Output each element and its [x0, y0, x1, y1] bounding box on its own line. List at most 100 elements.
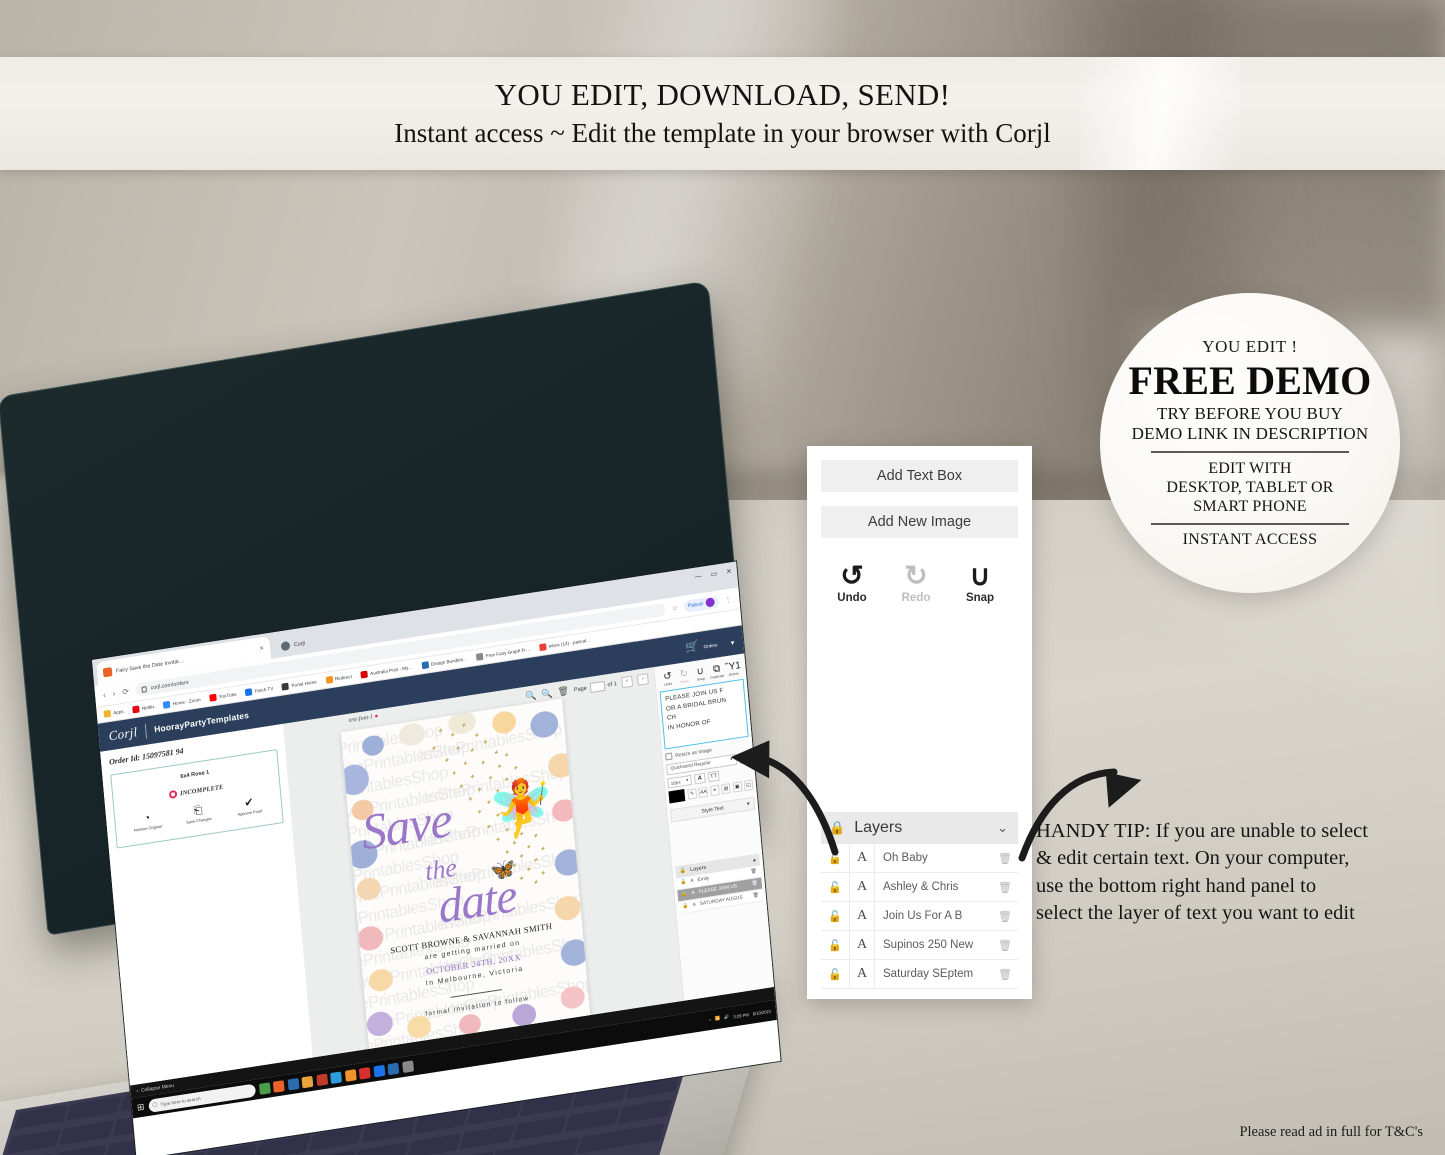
editor-tool-undo[interactable]: ↺ Undo: [659, 670, 677, 687]
line-height-icon[interactable]: ≡: [709, 784, 720, 797]
text-content-input[interactable]: PLEASE JOIN US F OR A BRIDAL BRUN CH IN HON…: [659, 678, 749, 750]
trash-icon[interactable]: 🗑: [992, 881, 1018, 894]
color-swatch[interactable]: [668, 788, 686, 804]
lock-open-icon[interactable]: 🔓: [821, 881, 849, 894]
bookmark-item[interactable]: Design Bundles…: [421, 655, 468, 670]
bookmark-item[interactable]: Fetch TV: [245, 685, 273, 697]
search-placeholder: Type here to search: [160, 1095, 201, 1107]
page-navigator: Page of 1: [573, 678, 617, 695]
taskbar-app-icon[interactable]: [401, 1059, 414, 1073]
lock-aspect-icon[interactable]: 🔒: [739, 751, 751, 765]
trash-icon[interactable]: 🗑: [992, 968, 1018, 981]
trash-icon[interactable]: 🗑: [992, 910, 1018, 923]
wifi-icon[interactable]: 📶: [715, 1015, 721, 1022]
lock-open-icon[interactable]: 🔓: [683, 904, 689, 910]
footer-terms-note: Please read ad in full for T&C's: [1239, 1124, 1423, 1140]
volume-icon[interactable]: 🔊: [724, 1014, 730, 1021]
bookmark-label: Apps: [113, 708, 124, 716]
divider: [1151, 451, 1349, 453]
taskbar-app-icon[interactable]: [344, 1068, 357, 1082]
taskbar-app-icon[interactable]: [258, 1081, 271, 1095]
trash-icon[interactable]: 🗑: [753, 893, 759, 899]
bookmark-star-icon[interactable]: ☆: [671, 603, 679, 612]
zoom-in-icon[interactable]: 🔍: [525, 690, 537, 703]
layer-row[interactable]: 🔓 A Saturday SEptem 🗑: [821, 960, 1018, 989]
eyedropper-icon[interactable]: ✎: [687, 788, 697, 800]
bold-button[interactable]: 𝐀: [693, 772, 706, 785]
editor-tool-duplicate[interactable]: ⧉ Duplicate: [708, 662, 726, 680]
vertical-align-icon[interactable]: ▣: [732, 781, 743, 793]
windows-start-icon[interactable]: ⊞: [136, 1101, 144, 1113]
clock-time: 3:29 PM: [733, 1011, 749, 1019]
trash-icon[interactable]: 🗑: [557, 685, 569, 698]
layer-row[interactable]: 🔓 A Join Us For A B 🗑: [821, 902, 1018, 931]
taskbar-app-icon[interactable]: [315, 1073, 328, 1086]
product-action-button[interactable]: ✔ Approve Proof: [228, 794, 271, 819]
chevron-down-icon[interactable]: ⌄: [997, 820, 1008, 836]
bookmark-item[interactable]: Home - Zoom: [163, 696, 201, 709]
trash-icon[interactable]: 🗑: [752, 881, 758, 887]
add-text-box-button[interactable]: Add Text Box: [821, 460, 1018, 492]
product-action-button[interactable]: ⎗ Save Changes: [177, 802, 220, 827]
editor-canvas[interactable]: test-font-1 ● 🔍 🔍 🗑 Page of 1 ‹ › Invite…: [282, 667, 684, 1058]
editor-tool-delete[interactable]: Ὕ1 Delete: [724, 660, 742, 677]
maximize-icon[interactable]: ▭: [710, 570, 717, 578]
layers-header[interactable]: 🔒 Layers ⌄: [821, 812, 1018, 844]
bookmark-item[interactable]: Portal Home: [281, 678, 317, 691]
align-icon[interactable]: ▤: [721, 783, 731, 795]
tray-chevron-icon[interactable]: ^: [709, 1017, 711, 1022]
trash-icon[interactable]: 🗑: [750, 869, 756, 875]
lock-open-icon[interactable]: 🔓: [821, 852, 849, 865]
trash-icon[interactable]: 🗑: [992, 852, 1018, 865]
chevron-down-icon[interactable]: ▾: [730, 639, 735, 648]
product-action-button[interactable]: ◔ Restore Original: [126, 809, 169, 834]
taskbar-app-icon[interactable]: [287, 1077, 300, 1091]
bookmark-item[interactable]: Redirect: [325, 673, 352, 684]
product-card[interactable]: 6x4 Rose 1 INCOMPLETE ◔ Restore Original ⎗…: [110, 749, 284, 849]
bookmark-item[interactable]: Netflix: [132, 703, 155, 714]
add-new-image-button[interactable]: Add New Image: [821, 506, 1018, 538]
taskbar-app-icon[interactable]: [373, 1064, 385, 1077]
lock-open-icon[interactable]: 🔓: [821, 968, 849, 981]
letter-spacing-icon[interactable]: AA: [698, 786, 709, 798]
lock-open-icon[interactable]: 🔓: [681, 892, 687, 898]
prev-page-button[interactable]: ‹: [621, 675, 634, 689]
invitation-card[interactable]: InvitePrintablesShop InvitePrintablesShop…: [340, 698, 591, 1050]
callout-tool-undo[interactable]: ↺ Undo: [833, 562, 871, 605]
taskbar-app-icon[interactable]: [330, 1070, 342, 1084]
layer-row[interactable]: 🔓 A Oh Baby 🗑: [821, 844, 1018, 873]
back-icon[interactable]: ‹: [103, 690, 106, 699]
uppercase-button[interactable]: TT: [707, 770, 720, 783]
minimize-icon[interactable]: —: [695, 573, 703, 581]
layer-row[interactable]: 🔓 A Supinos 250 New 🗑: [821, 931, 1018, 960]
page-input[interactable]: [589, 680, 606, 693]
trash-icon[interactable]: 🗑: [992, 939, 1018, 952]
corjl-logo[interactable]: Corjl: [108, 724, 138, 744]
account-pill[interactable]: Pascal: [683, 595, 720, 613]
orders-button[interactable]: 🛒 Orders: [685, 633, 718, 656]
lock-open-icon[interactable]: 🔓: [680, 880, 686, 886]
layer-row[interactable]: 🔓 A Ashley & Chris 🗑: [821, 873, 1018, 902]
font-size-select[interactable]: 16px ▾: [667, 774, 692, 789]
zoom-out-icon[interactable]: 🔍: [541, 688, 553, 701]
chevron-up-icon[interactable]: ▴: [753, 857, 756, 863]
next-page-button[interactable]: ›: [637, 673, 649, 686]
close-icon[interactable]: ✕: [259, 645, 265, 653]
taskbar-app-icon[interactable]: [358, 1066, 371, 1080]
window-controls[interactable]: — ▭ ✕: [695, 568, 733, 581]
menu-kebab-icon[interactable]: ⋮: [724, 595, 732, 604]
lock-open-icon[interactable]: 🔓: [821, 939, 849, 952]
forward-icon[interactable]: ›: [112, 689, 115, 698]
editor-tool-snap[interactable]: ∪ Snap: [692, 665, 710, 682]
close-window-icon[interactable]: ✕: [726, 568, 732, 576]
reload-icon[interactable]: ⟳: [122, 687, 129, 697]
taskbar-app-icon[interactable]: [301, 1075, 314, 1088]
badge-sub2: DEMO LINK IN DESCRIPTION: [1131, 424, 1369, 444]
callout-tool-snap[interactable]: ∪ Snap: [961, 562, 999, 605]
curve-text-icon[interactable]: ◱: [743, 779, 754, 791]
lock-open-icon[interactable]: 🔓: [821, 910, 849, 923]
bookmark-item[interactable]: YouTube: [209, 691, 237, 702]
bookmark-item[interactable]: Apps: [103, 708, 124, 718]
taskbar-app-icon[interactable]: [387, 1062, 400, 1075]
taskbar-app-icon[interactable]: [272, 1079, 285, 1093]
